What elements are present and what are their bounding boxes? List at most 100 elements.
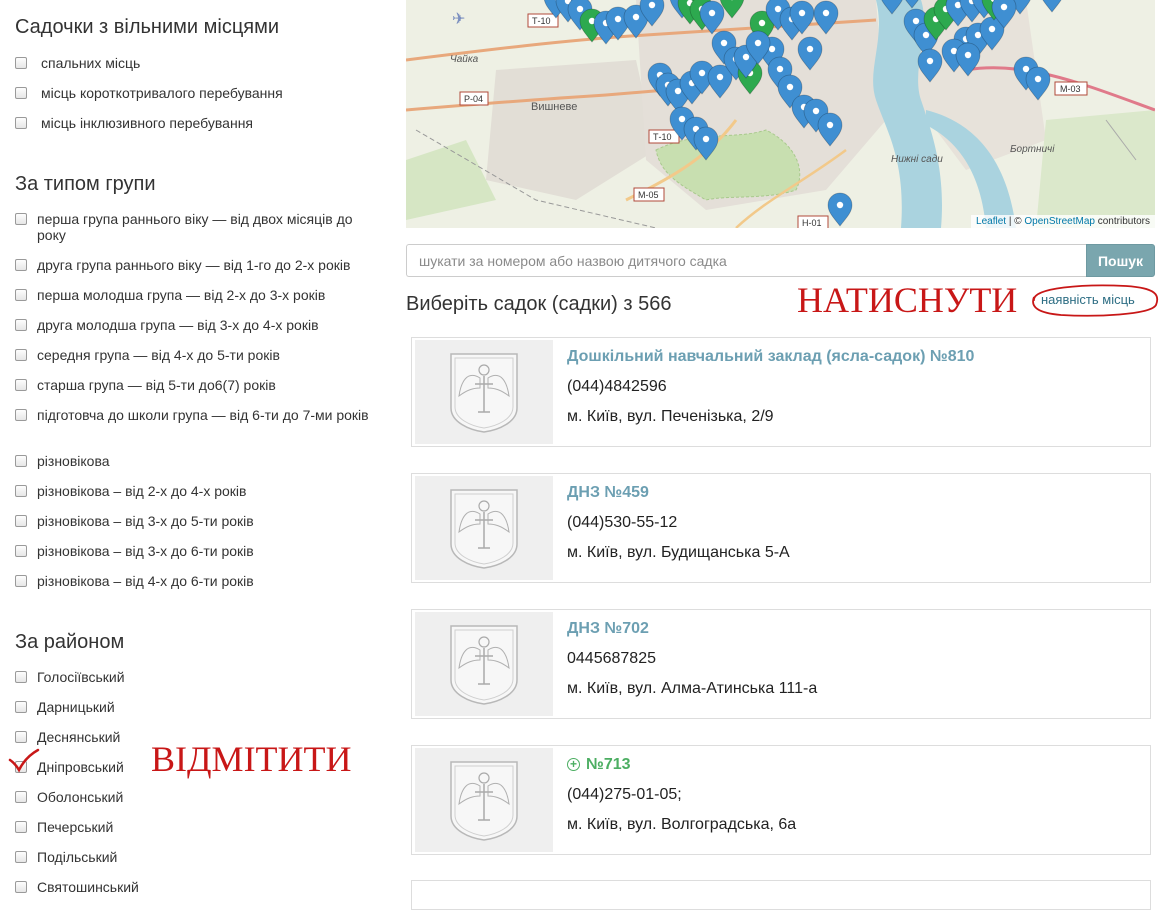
results-title: Виберіть садок (садки) з 566 xyxy=(406,293,671,316)
map-road-t10: Т-10 xyxy=(532,16,551,26)
checkbox[interactable] xyxy=(15,731,27,743)
map-marker-dot xyxy=(759,20,765,26)
map-marker-dot xyxy=(755,40,761,46)
checkbox[interactable] xyxy=(15,409,27,421)
filter-group-4[interactable]: друга молодша група — від 3-х до 4-х рок… xyxy=(15,317,385,333)
kindergarten-name-link[interactable]: +№713 xyxy=(567,756,631,774)
checkbox[interactable] xyxy=(15,701,27,713)
map-road-t10-2: Т-10 xyxy=(653,132,672,142)
handwritten-ellipse-icon xyxy=(1026,281,1160,319)
kindergarten-map[interactable]: ✈ ✈ Чайка Вишневе Нижні сади Бортничі Т-… xyxy=(406,0,1155,228)
map-marker-dot xyxy=(923,32,929,38)
kindergarten-name-link[interactable]: ДНЗ №459 xyxy=(567,484,649,502)
filter-group-6[interactable]: старша група — від 5-ти до6(7) років xyxy=(15,377,385,393)
filter-group-3[interactable]: перша молодша група — від 2-х до 3-х рок… xyxy=(15,287,385,303)
map-marker-dot xyxy=(699,70,705,76)
filter-group-12[interactable]: різновікова – від 4-х до 6-ти років xyxy=(15,573,385,589)
checkbox[interactable] xyxy=(15,289,27,301)
kindergarten-phone: (044)530-55-12 xyxy=(567,514,677,532)
osm-link[interactable]: OpenStreetMap xyxy=(1024,216,1095,227)
checkbox[interactable] xyxy=(15,851,27,863)
checkbox[interactable] xyxy=(15,57,27,69)
map-marker-dot xyxy=(615,16,621,22)
checkbox[interactable] xyxy=(15,821,27,833)
filter-district-podilskyi[interactable]: Подільський xyxy=(15,849,385,865)
search-input[interactable] xyxy=(406,244,1087,277)
map-marker-dot xyxy=(827,122,833,128)
map-marker-dot xyxy=(807,46,813,52)
checkbox[interactable] xyxy=(15,319,27,331)
checkbox[interactable] xyxy=(15,349,27,361)
filter-group-1[interactable]: перша група раннього віку — від двох міс… xyxy=(15,211,385,243)
filter-group-2[interactable]: друга група раннього віку — від 1-го до … xyxy=(15,257,385,273)
map-tiles: ✈ ✈ Чайка Вишневе Нижні сади Бортничі Т-… xyxy=(406,0,1155,228)
checkbox[interactable] xyxy=(15,87,27,99)
kindergarten-address: м. Київ, вул. Алма-Атинська 111-а xyxy=(567,680,817,698)
kyiv-coat-of-arms-icon xyxy=(447,758,521,842)
filter-group-8[interactable]: різновікова xyxy=(15,453,385,469)
map-marker-icon[interactable] xyxy=(828,193,852,226)
filter-district-pecherskyi[interactable]: Печерський xyxy=(15,819,385,835)
map-marker-icon[interactable] xyxy=(1040,0,1064,12)
map-road-m03: М-03 xyxy=(1060,84,1081,94)
kindergarten-card[interactable]: ДНЗ №702 0445687825 м. Київ, вул. Алма-А… xyxy=(411,609,1151,719)
available-places-icon: + xyxy=(567,758,580,771)
checkbox[interactable] xyxy=(15,515,27,527)
kindergarten-card[interactable]: Дошкільний навчальний заклад (ясла-садок… xyxy=(411,337,1151,447)
kindergarten-name-link[interactable]: ДНЗ №702 xyxy=(567,620,649,638)
map-marker-dot xyxy=(721,40,727,46)
filter-short-stay-places[interactable]: місць короткотривалого перебування xyxy=(15,85,385,101)
kindergarten-card[interactable]: ДНЗ №459 (044)530-55-12 м. Київ, вул. Бу… xyxy=(411,473,1151,583)
filter-inclusive-places[interactable]: місць інклюзивного перебування xyxy=(15,115,385,131)
kindergarten-card[interactable] xyxy=(411,880,1151,910)
filter-district-holosiivskyi[interactable]: Голосіївський xyxy=(15,669,385,685)
kindergarten-card[interactable]: +№713 (044)275-01-05; м. Київ, вул. Волг… xyxy=(411,745,1151,855)
search-button[interactable]: Пошук xyxy=(1086,244,1155,277)
kindergarten-thumbnail xyxy=(415,476,553,580)
kindergarten-name-link[interactable]: Дошкільний навчальний заклад (ясла-садок… xyxy=(567,348,974,366)
checkbox[interactable] xyxy=(15,575,27,587)
map-marker-dot xyxy=(679,116,685,122)
filter-sleeping-places[interactable]: спальних місць xyxy=(15,55,385,71)
group-type-heading: За типом групи xyxy=(15,173,156,196)
map-marker-dot xyxy=(703,136,709,142)
map-marker-dot xyxy=(777,66,783,72)
map-marker-dot xyxy=(823,10,829,16)
filter-district-darnytskyi[interactable]: Дарницький xyxy=(15,699,385,715)
checkbox[interactable] xyxy=(15,881,27,893)
kindergarten-phone: (044)4842596 xyxy=(567,378,667,396)
filter-group-10[interactable]: різновікова – від 3-х до 5-ти років xyxy=(15,513,385,529)
kindergarten-address: м. Київ, вул. Волгоградська, 6а xyxy=(567,816,796,834)
leaflet-link[interactable]: Leaflet xyxy=(976,216,1006,227)
checkbox[interactable] xyxy=(15,213,27,225)
map-marker-dot xyxy=(709,10,715,16)
checkbox[interactable] xyxy=(15,259,27,271)
filter-group-5[interactable]: середня група — від 4-х до 5-ти років xyxy=(15,347,385,363)
map-marker-dot xyxy=(775,6,781,12)
checkbox[interactable] xyxy=(15,117,27,129)
map-marker-dot xyxy=(633,14,639,20)
checkbox[interactable] xyxy=(15,791,27,803)
annotation-click: НАТИСНУТИ xyxy=(797,279,1017,321)
checkbox[interactable] xyxy=(15,379,27,391)
map-marker-dot xyxy=(675,88,681,94)
airport-icon: ✈ xyxy=(452,11,465,28)
map-marker-dot xyxy=(965,52,971,58)
map-road-h01: Н-01 xyxy=(802,218,822,228)
filter-group-7[interactable]: підготовча до школи група — від 6-ти до … xyxy=(15,407,385,423)
checkbox[interactable] xyxy=(15,545,27,557)
kyiv-coat-of-arms-icon xyxy=(447,486,521,570)
filter-sidebar: Садочки з вільними місцями спальних місц… xyxy=(0,0,390,894)
handwritten-checkmark-icon xyxy=(7,748,41,774)
kindergarten-address: м. Київ, вул. Печенізька, 2/9 xyxy=(567,408,774,426)
map-marker-dot xyxy=(1001,4,1007,10)
checkbox[interactable] xyxy=(15,485,27,497)
kindergarten-thumbnail xyxy=(415,748,553,852)
filter-district-obolonskyi[interactable]: Оболонський xyxy=(15,789,385,805)
filter-district-sviatoshynskyi[interactable]: Святошинський xyxy=(15,879,385,895)
map-marker-dot xyxy=(989,26,995,32)
filter-group-11[interactable]: різновікова – від 3-х до 6-ти років xyxy=(15,543,385,559)
checkbox[interactable] xyxy=(15,455,27,467)
filter-group-9[interactable]: різновікова – від 2-х до 4-х років xyxy=(15,483,385,499)
checkbox[interactable] xyxy=(15,671,27,683)
